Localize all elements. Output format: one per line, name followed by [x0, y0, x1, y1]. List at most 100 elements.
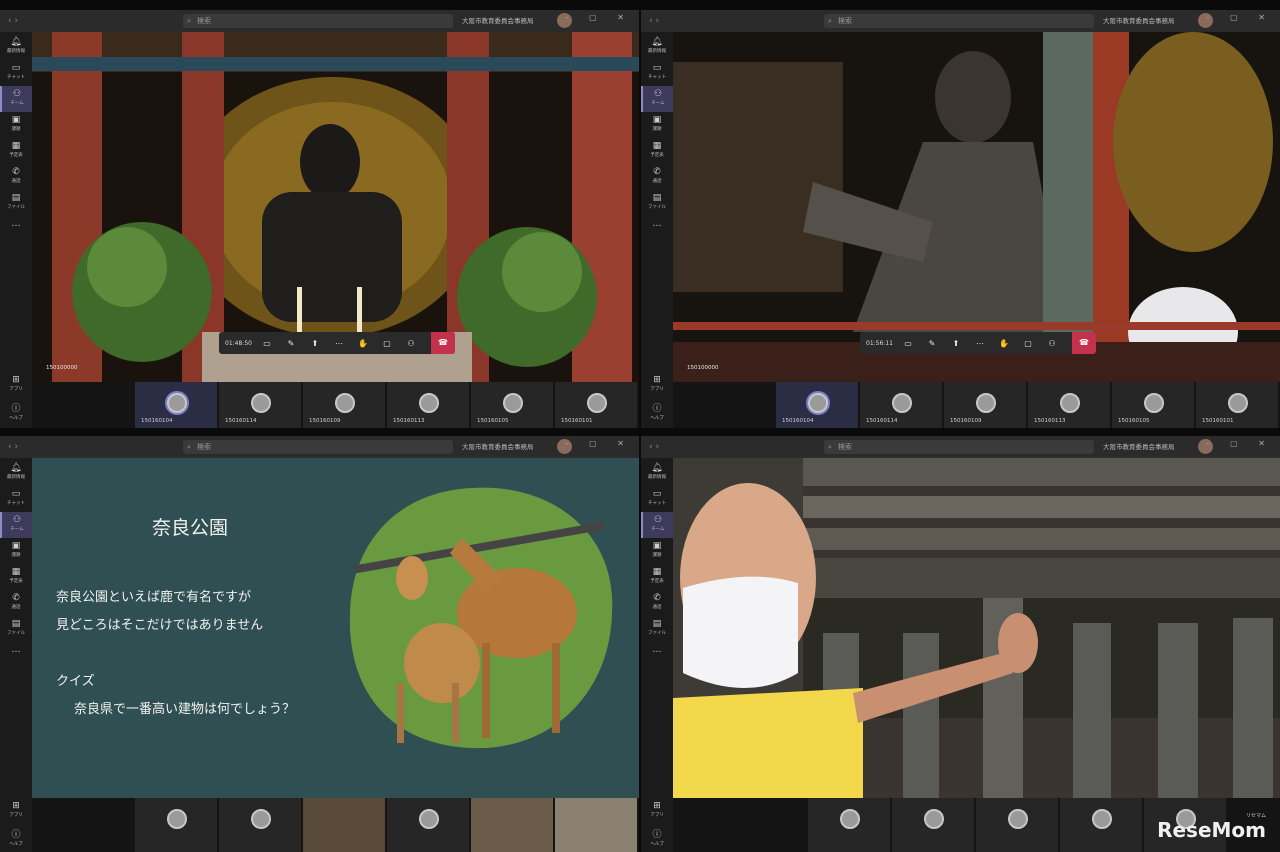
rail-item-calendar[interactable]: ▦ 予定表 [0, 564, 32, 590]
more-icon[interactable]: ⋯ [327, 339, 351, 348]
rail-item-files[interactable]: ▤ ファイル [641, 190, 673, 216]
rail-item-apps[interactable]: ⊞ アプリ [0, 798, 32, 824]
org-name[interactable]: 大阪市教育委員会事務局 [1103, 15, 1175, 25]
rail-item-calls[interactable]: ✆ 通話 [0, 164, 32, 190]
rail-item-more[interactable]: … [641, 216, 673, 242]
rail-item-apps[interactable]: ⊞ アプリ [641, 372, 673, 398]
chat-icon[interactable]: ▢ [1016, 339, 1040, 348]
participant-video-tile[interactable] [303, 798, 385, 852]
participant-tile[interactable]: 150160114 [219, 382, 301, 428]
window-controls[interactable]: – ▢ ✕ [565, 439, 633, 448]
share-icon[interactable]: ⬆ [303, 339, 327, 348]
rail-item-activity[interactable]: 🔔︎ 最新情報 [0, 34, 32, 60]
participant-tile[interactable]: 150160104 [135, 382, 217, 428]
participants-icon[interactable]: ⚇ [1040, 339, 1064, 348]
participant-tile[interactable]: 150160114 [860, 382, 942, 428]
window-controls[interactable]: – ▢ ✕ [1206, 439, 1274, 448]
share-icon[interactable]: ⬆ [944, 339, 968, 348]
teams-window-4: ‹ › ⌕ 検索 大阪市教育委員会事務局 – ▢ ✕ 🔔︎ 最新情報 ▭ チャット ⚇… [641, 436, 1280, 852]
mic-off-icon[interactable]: ✎ [279, 339, 303, 348]
teams-window-1: ‹ › ⌕ 検索 大阪市教育委員会事務局 – ▢ ✕ 🔔︎ 最新情報 ▭ チャット ⚇… [0, 10, 639, 428]
participant-tile[interactable]: 150160113 [387, 382, 469, 428]
rail-item-calls[interactable]: ✆ 通話 [641, 590, 673, 616]
rail-item-assignments[interactable]: ▣ 課題 [641, 112, 673, 138]
rail-item-assignments[interactable]: ▣ 課題 [0, 112, 32, 138]
rail-item-more[interactable]: … [641, 642, 673, 668]
rail-item-calls[interactable]: ✆ 通話 [0, 590, 32, 616]
participant-tile[interactable]: 150160105 [471, 382, 553, 428]
rail-item-calls[interactable]: ✆ 通話 [641, 164, 673, 190]
rail-item-more[interactable]: … [0, 216, 32, 242]
files-icon: ▤ [11, 193, 21, 203]
nav-arrows-icon[interactable]: ‹ › [649, 442, 679, 452]
nav-arrows-icon[interactable]: ‹ › [8, 442, 38, 452]
rail-item-help[interactable]: ⓘ ヘルプ [641, 398, 673, 424]
more-icon[interactable]: ⋯ [968, 339, 992, 348]
call-icon: ✆ [12, 593, 20, 603]
participant-tile[interactable] [219, 798, 301, 852]
camera-icon[interactable]: ▭ [896, 339, 920, 348]
rail-item-assignments[interactable]: ▣ 課題 [641, 538, 673, 564]
org-name[interactable]: 大阪市教育委員会事務局 [462, 441, 534, 451]
hang-up-button[interactable]: ☎ [431, 332, 455, 354]
participant-tile[interactable]: 150160109 [303, 382, 385, 428]
participant-tile[interactable]: 150160105 [1112, 382, 1194, 428]
rail-item-files[interactable]: ▤ ファイル [0, 616, 32, 642]
participant-tile[interactable] [387, 798, 469, 852]
rail-item-teams[interactable]: ⚇ チーム [0, 86, 32, 112]
participant-tile[interactable] [976, 798, 1058, 852]
participant-tile[interactable]: 150160113 [1028, 382, 1110, 428]
participant-tile[interactable] [808, 798, 890, 852]
rail-item-chat[interactable]: ▭ チャット [0, 60, 32, 86]
rail-item-files[interactable]: ▤ ファイル [0, 190, 32, 216]
rail-item-activity[interactable]: 🔔︎ 最新情報 [641, 460, 673, 486]
chat-icon[interactable]: ▢ [375, 339, 399, 348]
search-input[interactable]: ⌕ 検索 [183, 440, 453, 454]
search-input[interactable]: ⌕ 検索 [824, 14, 1094, 28]
rail-item-teams[interactable]: ⚇ チーム [641, 86, 673, 112]
rail-item-apps[interactable]: ⊞ アプリ [641, 798, 673, 824]
search-input[interactable]: ⌕ 検索 [183, 14, 453, 28]
participants-icon[interactable]: ⚇ [399, 339, 423, 348]
participant-video-tile[interactable] [471, 798, 553, 852]
participant-tile[interactable] [892, 798, 974, 852]
rail-item-help[interactable]: ⓘ ヘルプ [0, 398, 32, 424]
camera-icon[interactable]: ▭ [255, 339, 279, 348]
search-input[interactable]: ⌕ 検索 [824, 440, 1094, 454]
raise-hand-icon[interactable]: ✋ [351, 339, 375, 348]
rail-item-apps[interactable]: ⊞ アプリ [0, 372, 32, 398]
rail-item-assignments[interactable]: ▣ 課題 [0, 538, 32, 564]
avatar [587, 393, 607, 413]
participant-tile[interactable]: 150160101 [1196, 382, 1278, 428]
participant-tile[interactable]: 150160104 [776, 382, 858, 428]
org-name[interactable]: 大阪市教育委員会事務局 [1103, 441, 1175, 451]
participant-video-tile[interactable] [555, 798, 637, 852]
rail-item-calendar[interactable]: ▦ 予定表 [0, 138, 32, 164]
rail-item-more[interactable]: … [0, 642, 32, 668]
rail-item-teams[interactable]: ⚇ チーム [641, 512, 673, 538]
participant-tile[interactable] [135, 798, 217, 852]
rail-item-help[interactable]: ⓘ ヘルプ [641, 824, 673, 850]
org-name[interactable]: 大阪市教育委員会事務局 [462, 15, 534, 25]
rail-item-files[interactable]: ▤ ファイル [641, 616, 673, 642]
rail-item-activity[interactable]: 🔔︎ 最新情報 [0, 460, 32, 486]
hang-up-button[interactable]: ☎ [1072, 332, 1096, 354]
rail-item-calendar[interactable]: ▦ 予定表 [641, 138, 673, 164]
mic-off-icon[interactable]: ✎ [920, 339, 944, 348]
rail-item-chat[interactable]: ▭ チャット [0, 486, 32, 512]
rail-item-chat[interactable]: ▭ チャット [641, 486, 673, 512]
rail-item-activity[interactable]: 🔔︎ 最新情報 [641, 34, 673, 60]
rail-item-teams[interactable]: ⚇ チーム [0, 512, 32, 538]
participant-tile[interactable]: 150160109 [944, 382, 1026, 428]
app-rail: 🔔︎ 最新情報 ▭ チャット ⚇ チーム ▣ 課題 ▦ 予定表 ✆ 通話 ▤ ファイル … ⊞… [641, 32, 673, 428]
window-controls[interactable]: – ▢ ✕ [1206, 13, 1274, 22]
rail-item-chat[interactable]: ▭ チャット [641, 60, 673, 86]
participant-tile[interactable]: 150160101 [555, 382, 637, 428]
rail-item-help[interactable]: ⓘ ヘルプ [0, 824, 32, 850]
raise-hand-icon[interactable]: ✋ [992, 339, 1016, 348]
window-controls[interactable]: – ▢ ✕ [565, 13, 633, 22]
nav-arrows-icon[interactable]: ‹ › [8, 16, 38, 26]
nav-arrows-icon[interactable]: ‹ › [649, 16, 679, 26]
rail-item-calendar[interactable]: ▦ 予定表 [641, 564, 673, 590]
participant-tile[interactable] [1060, 798, 1142, 852]
